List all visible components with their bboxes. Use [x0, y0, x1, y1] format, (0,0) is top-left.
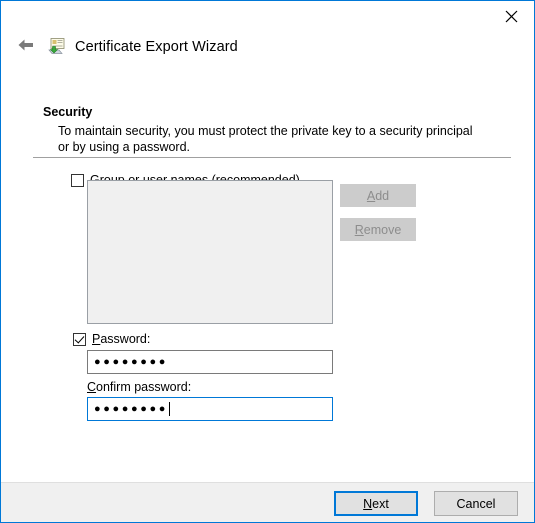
confirm-password-accelerator: C	[87, 380, 97, 394]
add-button-accelerator: A	[366, 188, 376, 203]
confirm-password-label: Confirm password:	[87, 380, 191, 394]
confirm-password-label-text: onfirm password:	[96, 380, 192, 394]
group-names-checkbox[interactable]	[71, 173, 84, 187]
back-arrow-icon	[17, 38, 35, 57]
text-caret	[168, 402, 170, 416]
wizard-header: Certificate Export Wizard	[11, 34, 238, 60]
remove-button-label: emove	[363, 222, 402, 237]
title-bar: Certificate Export Wizard	[1, 1, 534, 73]
window-title: Certificate Export Wizard	[75, 39, 238, 55]
remove-button-accelerator: R	[354, 222, 364, 237]
section-heading: Security	[43, 105, 93, 119]
section-description: To maintain security, you must protect t…	[58, 124, 473, 154]
page-body: Security To maintain security, you must …	[1, 73, 534, 483]
add-button-label: dd	[375, 188, 390, 203]
next-button-label: ext	[372, 496, 389, 511]
confirm-password-input[interactable]: ●●●●●●●●	[87, 397, 333, 421]
group-names-listbox[interactable]	[87, 180, 333, 324]
header-divider	[33, 157, 511, 158]
add-button[interactable]: Add	[340, 184, 416, 207]
close-button[interactable]	[488, 1, 534, 31]
certificate-export-wizard-window: Certificate Export Wizard Security To ma…	[0, 0, 535, 523]
password-label-text: assword:	[100, 332, 151, 346]
password-value: ●●●●●●●●	[94, 355, 168, 368]
confirm-password-value: ●●●●●●●●	[94, 402, 168, 415]
password-label: Password:	[92, 332, 150, 346]
cancel-button[interactable]: Cancel	[434, 491, 518, 516]
next-button[interactable]: Next	[334, 491, 418, 516]
footer-bar: Next Cancel	[1, 482, 534, 522]
cancel-button-label: Cancel	[456, 496, 496, 511]
close-icon	[505, 10, 518, 23]
password-checkbox-row[interactable]: Password:	[73, 332, 150, 346]
password-checkbox[interactable]	[73, 332, 86, 346]
next-button-accelerator: N	[363, 496, 373, 511]
password-input[interactable]: ●●●●●●●●	[87, 350, 333, 374]
back-button[interactable]	[11, 34, 41, 60]
remove-button[interactable]: Remove	[340, 218, 416, 241]
certificate-export-icon	[47, 37, 67, 57]
